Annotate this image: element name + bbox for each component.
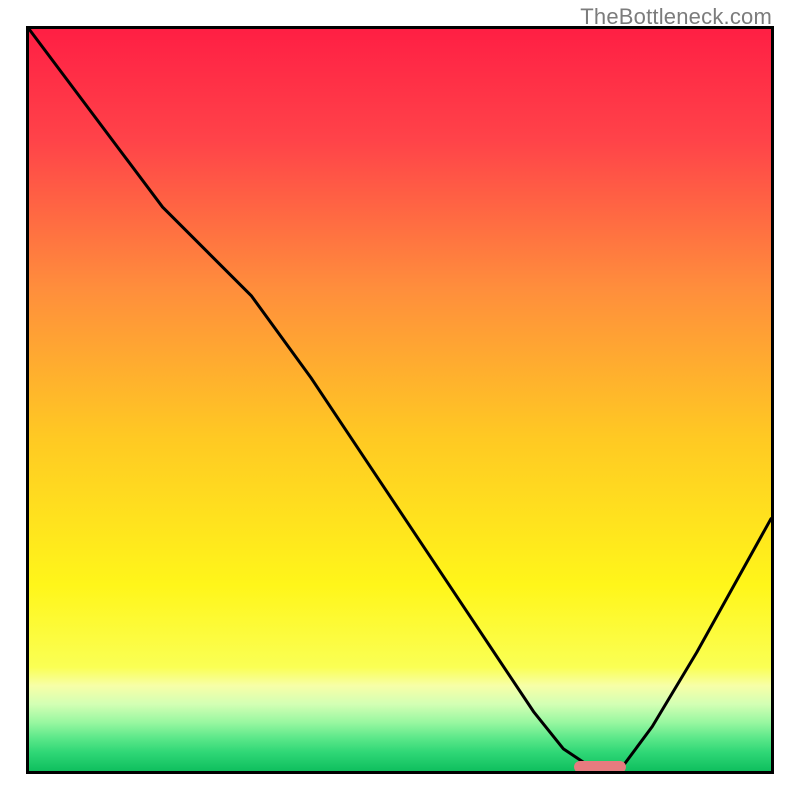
bottleneck-curve	[29, 29, 771, 771]
bottleneck-chart: TheBottleneck.com	[0, 0, 800, 800]
optimal-range-marker	[574, 761, 626, 773]
plot-area	[26, 26, 774, 774]
